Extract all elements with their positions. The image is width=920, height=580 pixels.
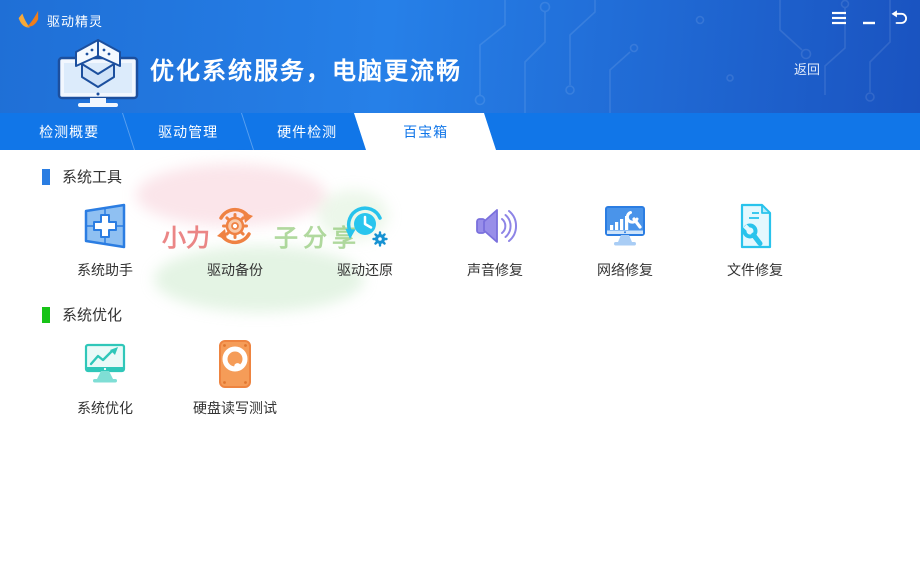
system-tools-row: 系统助手 (40, 198, 820, 280)
tab-bar: 检测概要 驱动管理 硬件检测 百宝箱 (0, 113, 920, 150)
system-optimization-row: 系统优化 硬盘读写测试 (40, 336, 300, 418)
system-optimize-icon (77, 336, 133, 392)
section-system-optimization: 系统优化 (42, 304, 122, 325)
toolbox-monitor-icon (56, 31, 140, 109)
app-title: 驱动精灵 (47, 11, 103, 30)
back-return-icon[interactable] (886, 8, 912, 28)
tool-label: 文件修复 (727, 260, 783, 280)
tool-label: 硬盘读写测试 (193, 398, 277, 418)
section-marker-green (42, 307, 50, 323)
tool-system-assistant[interactable]: 系统助手 (40, 198, 170, 280)
tool-disk-test[interactable]: 硬盘读写测试 (170, 336, 300, 418)
tab-driver-management[interactable]: 驱动管理 (123, 113, 254, 150)
window-controls (826, 8, 912, 28)
system-assistant-icon (77, 198, 133, 254)
tool-system-optimize[interactable]: 系统优化 (40, 336, 170, 418)
back-link[interactable]: 返回 (794, 59, 820, 78)
tool-label: 网络修复 (597, 260, 653, 280)
app-logo: 驱动精灵 (14, 7, 103, 33)
driver-restore-icon (337, 198, 393, 254)
tool-label: 驱动还原 (337, 260, 393, 280)
tool-network-repair[interactable]: 网络修复 (560, 198, 690, 280)
tool-driver-backup[interactable]: 驱动备份 (170, 198, 300, 280)
tool-label: 声音修复 (467, 260, 523, 280)
tab-detection-summary[interactable]: 检测概要 (4, 113, 135, 150)
tool-label: 驱动备份 (207, 260, 263, 280)
tool-file-repair[interactable]: 文件修复 (690, 198, 820, 280)
file-repair-icon (727, 198, 783, 254)
banner-headline: 优化系统服务，电脑更流畅 (150, 51, 462, 86)
toolbox-content: 小力子分享 系统工具 系统助手 (0, 150, 920, 580)
tool-driver-restore[interactable]: 驱动还原 (300, 198, 430, 280)
driver-backup-icon (207, 198, 263, 254)
tab-toolbox[interactable]: 百宝箱 (354, 113, 496, 150)
menu-icon[interactable] (826, 8, 852, 28)
tab-hardware-detection[interactable]: 硬件检测 (242, 113, 372, 150)
app-window: 驱动精灵 优化系统服务，电脑更流畅 返回 (0, 0, 920, 580)
minimize-icon[interactable] (856, 8, 882, 28)
tool-label: 系统助手 (77, 260, 133, 280)
driver-genius-logo-icon (14, 7, 40, 33)
tool-sound-repair[interactable]: 声音修复 (430, 198, 560, 280)
disk-test-icon (207, 336, 263, 392)
network-repair-icon (597, 198, 653, 254)
section-marker-blue (42, 169, 50, 185)
tool-label: 系统优化 (77, 398, 133, 418)
sound-repair-icon (467, 198, 523, 254)
section-system-tools: 系统工具 (42, 166, 122, 187)
header-banner: 驱动精灵 优化系统服务，电脑更流畅 返回 (0, 0, 920, 113)
